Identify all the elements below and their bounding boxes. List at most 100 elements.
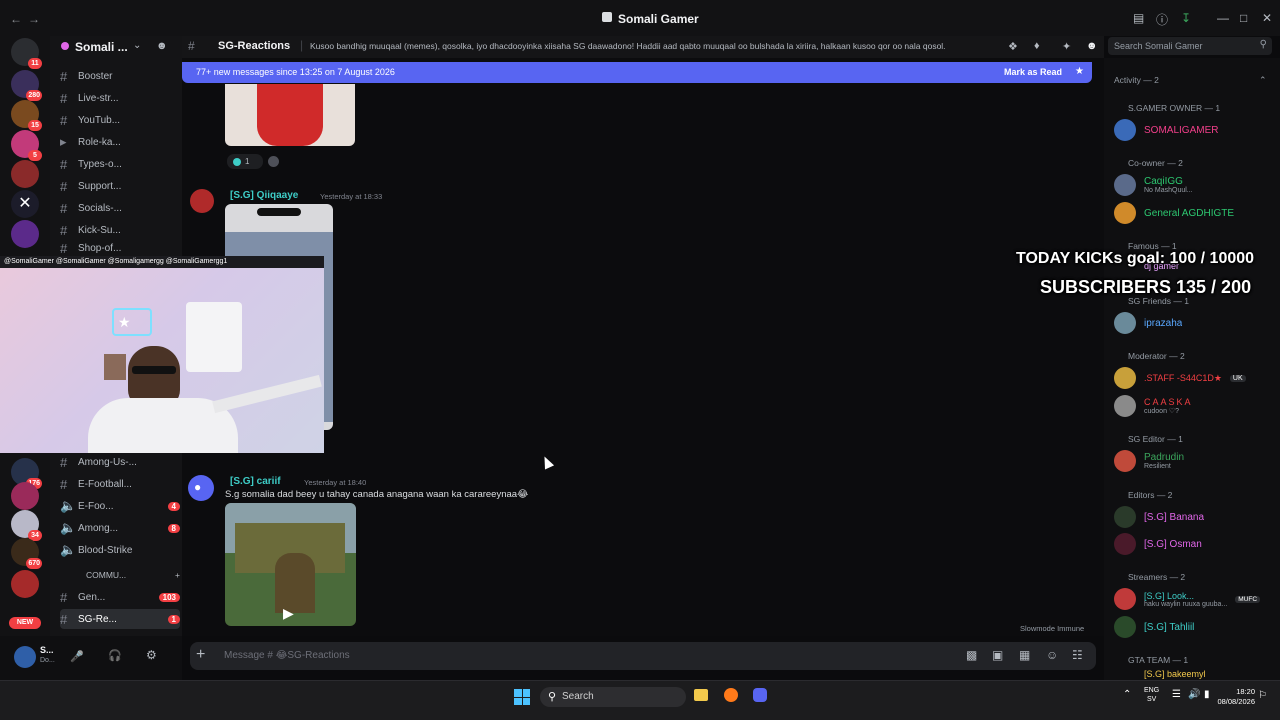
gif-icon[interactable]: ▣ bbox=[992, 648, 1003, 662]
sidebar-channel[interactable]: # E-Football... bbox=[60, 474, 180, 494]
bell-icon[interactable]: ♦ bbox=[1034, 40, 1040, 52]
file-explorer-icon[interactable] bbox=[694, 689, 708, 701]
windows-start-icon[interactable] bbox=[514, 689, 530, 705]
gift-icon[interactable]: ▩ bbox=[966, 648, 977, 662]
server-icon[interactable] bbox=[11, 160, 39, 188]
discord-taskbar-icon[interactable] bbox=[753, 688, 767, 702]
home-server-icon[interactable]: 11 bbox=[11, 38, 42, 69]
channel-topic[interactable]: Kusoo bandhig muuqaal (memes), qosolka, … bbox=[310, 41, 978, 51]
member-item[interactable]: SOMALIGAMER bbox=[1114, 119, 1274, 141]
inbox-icon[interactable]: ▤ bbox=[1133, 11, 1144, 25]
activity-label[interactable]: Activity — 2 bbox=[1114, 75, 1159, 85]
wifi-icon[interactable]: ☰ bbox=[1172, 689, 1181, 700]
member-item[interactable]: [S.G] Look... haku waylin ruuxa guuba... M… bbox=[1114, 588, 1274, 610]
volume-icon[interactable]: 🔊 bbox=[1188, 689, 1200, 700]
server-name[interactable]: Somali ... bbox=[75, 40, 128, 54]
member-item[interactable]: iprazaha bbox=[1114, 312, 1274, 334]
message-author[interactable]: [S.G] Qiiqaaye bbox=[230, 190, 298, 201]
server-icon[interactable]: 34 bbox=[11, 510, 42, 541]
download-icon[interactable]: ↧ bbox=[1181, 11, 1191, 25]
member-item[interactable]: General AGDHIGTE bbox=[1114, 202, 1274, 224]
forward-icon[interactable]: → bbox=[28, 12, 40, 26]
x-server-icon[interactable]: ✕ bbox=[11, 190, 39, 218]
member-list-icon[interactable]: ☻ bbox=[1086, 40, 1098, 52]
settings-gear-icon[interactable]: ⚙ bbox=[146, 648, 157, 662]
server-icon[interactable] bbox=[11, 220, 39, 248]
pin-icon[interactable]: ✦ bbox=[1062, 40, 1071, 53]
taskbar-search[interactable]: ⚲ Search bbox=[540, 687, 686, 707]
clock-time[interactable]: 18:20 bbox=[1217, 687, 1255, 696]
add-member-icon[interactable]: ☻ bbox=[156, 40, 168, 52]
add-attachment-icon[interactable]: + bbox=[196, 646, 205, 664]
member-item[interactable]: CAASKA cudoon ♡? bbox=[1114, 395, 1274, 417]
help-icon[interactable]: ⓘ bbox=[1156, 11, 1168, 28]
category-header[interactable]: COMMU... + bbox=[60, 568, 180, 582]
notification-icon[interactable]: ⚐ bbox=[1258, 690, 1267, 701]
emoji-icon[interactable]: ☺ bbox=[1046, 648, 1058, 662]
minimize-icon[interactable]: — bbox=[1217, 11, 1229, 25]
sidebar-voice-channel[interactable]: 🔈 Blood-Strike bbox=[60, 540, 180, 560]
server-icon-tfe[interactable]: 280 bbox=[11, 70, 42, 101]
message-composer[interactable]: + Message # 😂SG-Reactions ▩ ▣ ▦ ☺ ☷ bbox=[190, 642, 1096, 670]
sidebar-channel[interactable]: # Among-Us-... bbox=[60, 452, 180, 472]
sticker-icon[interactable]: ▦ bbox=[1019, 648, 1030, 662]
member-item[interactable]: [S.G] Banana bbox=[1114, 506, 1274, 528]
play-icon[interactable]: ▶ bbox=[283, 605, 294, 622]
sidebar-channel[interactable]: # Shop-of... bbox=[60, 242, 180, 254]
hash-icon: # bbox=[60, 156, 68, 172]
sidebar-channel[interactable]: # Types-o... bbox=[60, 154, 180, 174]
member-item[interactable]: Padrudin Resilient bbox=[1114, 450, 1274, 472]
plus-icon[interactable]: + bbox=[175, 570, 180, 580]
member-item[interactable]: [S.G] Osman bbox=[1114, 533, 1274, 555]
server-icon[interactable]: 15 bbox=[11, 100, 42, 131]
sidebar-channel-active[interactable]: # SG-Re... 1 bbox=[60, 609, 180, 629]
maximize-icon[interactable]: □ bbox=[1240, 11, 1247, 25]
sidebar-channel[interactable]: # Kick-Su... bbox=[60, 220, 180, 240]
message-timestamp: Yesterday at 18:40 bbox=[304, 478, 367, 487]
sidebar-channel[interactable]: # Gen... 103 bbox=[60, 587, 180, 607]
chevron-down-icon[interactable]: ⌄ bbox=[133, 40, 141, 51]
add-reaction-icon[interactable] bbox=[268, 156, 279, 167]
member-item[interactable]: [S.G] bakeemyl bbox=[1114, 669, 1274, 679]
firefox-icon[interactable] bbox=[724, 688, 738, 702]
headphones-icon[interactable]: 🎧 bbox=[108, 649, 122, 662]
back-icon[interactable]: ← bbox=[10, 12, 22, 26]
search-input[interactable]: Search Somali Gamer ⚲ bbox=[1108, 37, 1272, 55]
server-icon[interactable]: 5 bbox=[11, 130, 42, 161]
apps-icon[interactable]: ☷ bbox=[1072, 648, 1083, 662]
member-item[interactable]: [S.G] Tahliil bbox=[1114, 616, 1274, 638]
server-icon[interactable]: 670 bbox=[11, 538, 42, 569]
threads-icon[interactable]: ❖ bbox=[1008, 40, 1018, 53]
microphone-icon[interactable]: 🎤 bbox=[70, 650, 84, 663]
member-name: General AGDHIGTE bbox=[1144, 207, 1235, 219]
sidebar-voice-channel[interactable]: 🔈 E-Foo... 4 bbox=[60, 496, 180, 516]
sidebar-channel[interactable]: # Support... bbox=[60, 176, 180, 196]
unread-count: 1 bbox=[167, 614, 180, 624]
sidebar-channel[interactable]: # Booster bbox=[60, 66, 180, 86]
new-messages-banner[interactable]: 77+ new messages since 13:25 on 7 August… bbox=[182, 62, 1092, 83]
chevron-up-icon[interactable]: ⌃ bbox=[1123, 689, 1131, 700]
chevron-up-icon[interactable]: ⌃ bbox=[1259, 75, 1267, 86]
avatar[interactable]: ● bbox=[188, 475, 214, 501]
avatar[interactable] bbox=[14, 646, 36, 668]
member-item[interactable]: CaqiIGG No MashQuul... bbox=[1114, 174, 1274, 196]
server-icon[interactable] bbox=[11, 482, 39, 510]
sidebar-channel[interactable]: # Live-str... bbox=[60, 88, 180, 108]
reaction-chip[interactable]: 1 bbox=[227, 154, 263, 169]
avatar[interactable] bbox=[190, 189, 214, 213]
video-attachment[interactable]: ▶ bbox=[225, 503, 356, 626]
image-attachment[interactable] bbox=[225, 84, 355, 146]
sidebar-voice-channel[interactable]: 🔈 Among... 8 bbox=[60, 518, 180, 538]
sidebar-channel[interactable]: ▸ Role-ka... bbox=[60, 132, 180, 152]
member-item[interactable]: .STAFF -S44C1D★ UK bbox=[1114, 367, 1274, 389]
server-icon[interactable] bbox=[11, 570, 39, 598]
message-author[interactable]: [S.G] cariif bbox=[230, 476, 281, 487]
close-icon[interactable]: ✕ bbox=[1262, 11, 1272, 25]
mark-as-read-button[interactable]: Mark as Read bbox=[1004, 67, 1062, 77]
sidebar-channel[interactable]: # YouTub... bbox=[60, 110, 180, 130]
avatar bbox=[1114, 506, 1136, 528]
language-label[interactable]: ENG bbox=[1144, 687, 1159, 694]
search-icon: ⚲ bbox=[1259, 39, 1267, 50]
role-header: SG Editor — 1 bbox=[1128, 434, 1183, 444]
sidebar-channel[interactable]: # Socials-... bbox=[60, 198, 180, 218]
